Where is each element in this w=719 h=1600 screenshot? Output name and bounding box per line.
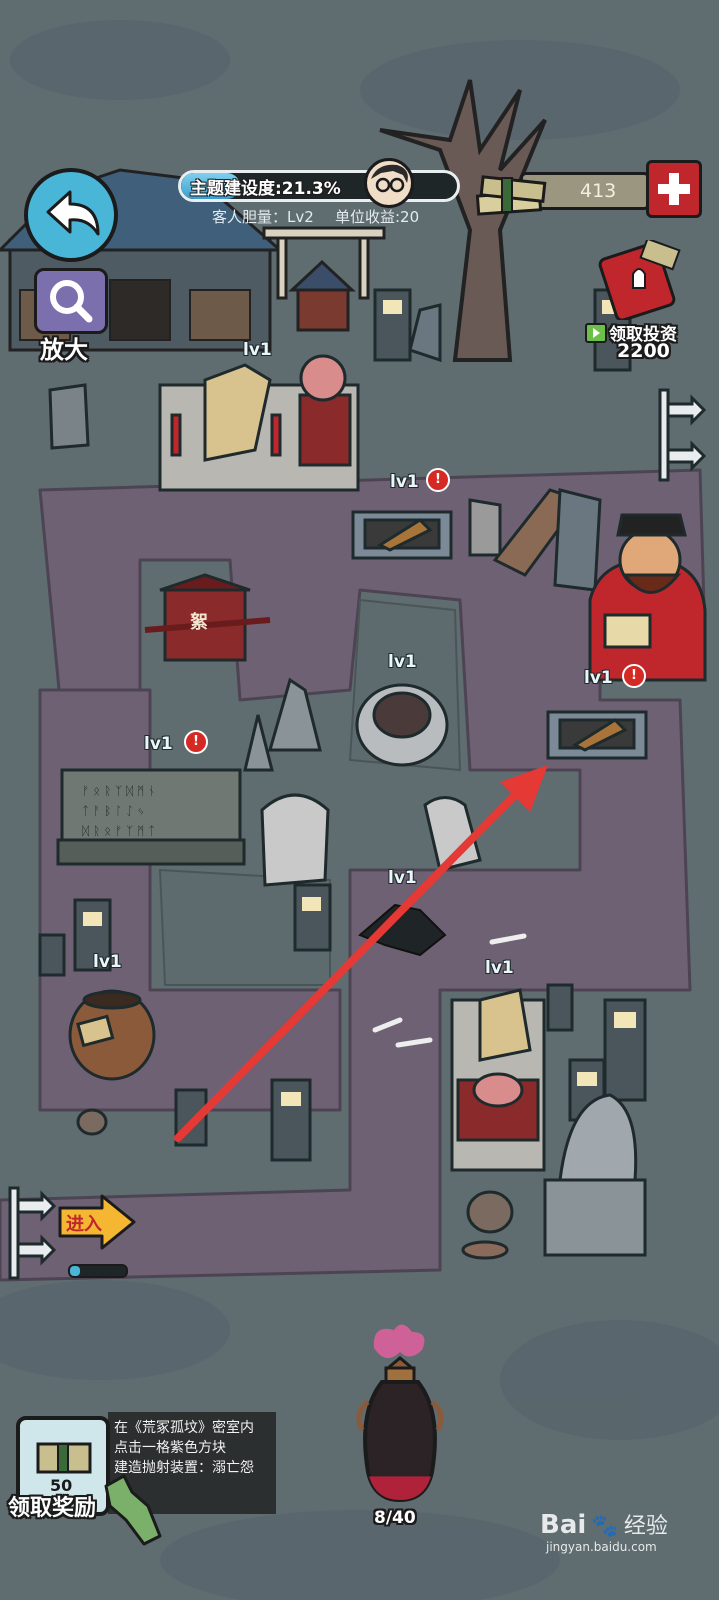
soul-jar[interactable] [352, 1322, 448, 1522]
watermark-cn: 经验 [623, 1514, 668, 1539]
guest-courage: 客人胆量：Lv2 [212, 208, 314, 226]
paw-icon: 🐾 [591, 1514, 619, 1539]
enter-button[interactable]: 进入 [56, 1192, 138, 1252]
level-tag-stone-tablet: lv1 [144, 734, 173, 754]
zoom-button[interactable] [34, 268, 108, 334]
level-tag-altar-bottom: lv1 [485, 958, 514, 978]
back-arrow-icon [46, 190, 100, 236]
sedan-chair-sign: 絮 [190, 612, 208, 633]
unit-income: 单位收益:20 [335, 208, 420, 226]
money-value: 413 [580, 180, 617, 202]
zoom-label: 放大 [40, 336, 88, 364]
plus-icon [658, 173, 690, 205]
progress-label: 主题建设度:21.3% [190, 179, 341, 199]
avatar[interactable] [364, 158, 414, 208]
cash-stack-icon [472, 164, 552, 224]
watermark-brand: Bai [540, 1510, 587, 1540]
add-money-button[interactable] [646, 160, 702, 218]
claim-reward-label[interactable]: 领取奖励 [8, 1490, 96, 1522]
level-tag-altar-top: lv1 [243, 340, 272, 360]
level-tag-crack: lv1 [388, 868, 417, 888]
play-icon [585, 322, 607, 343]
level-tag-well: lv1 [388, 652, 417, 672]
back-button[interactable] [24, 168, 118, 262]
invest-amount: 2200 [617, 340, 670, 362]
zombie-hand-icon [104, 1474, 162, 1546]
enter-progress [68, 1264, 128, 1278]
baidu-watermark: Bai 🐾 经验 jingyan.baidu.com [540, 1508, 715, 1568]
invest-button[interactable]: 领取投资 2200 [585, 240, 695, 364]
enter-label: 进入 [66, 1214, 102, 1235]
alert-badge[interactable]: ! [622, 664, 646, 688]
alert-badge[interactable]: ! [184, 730, 208, 754]
level-tag-fire-pit-2: lv1 [584, 668, 613, 688]
level-tag-fire-pit-1: lv1 [390, 472, 419, 492]
soul-count: 8/40 [374, 1508, 416, 1528]
alert-badge[interactable]: ! [426, 468, 450, 492]
magnifier-icon [50, 280, 93, 323]
watermark-url: jingyan.baidu.com [546, 1540, 657, 1554]
task-line-2: 点击一格紫色方块 [114, 1440, 226, 1456]
red-envelope-icon [598, 240, 681, 320]
task-line-1: 在《荒冢孤坟》密室内 [114, 1420, 254, 1436]
level-tag-urn: lv1 [93, 952, 122, 972]
